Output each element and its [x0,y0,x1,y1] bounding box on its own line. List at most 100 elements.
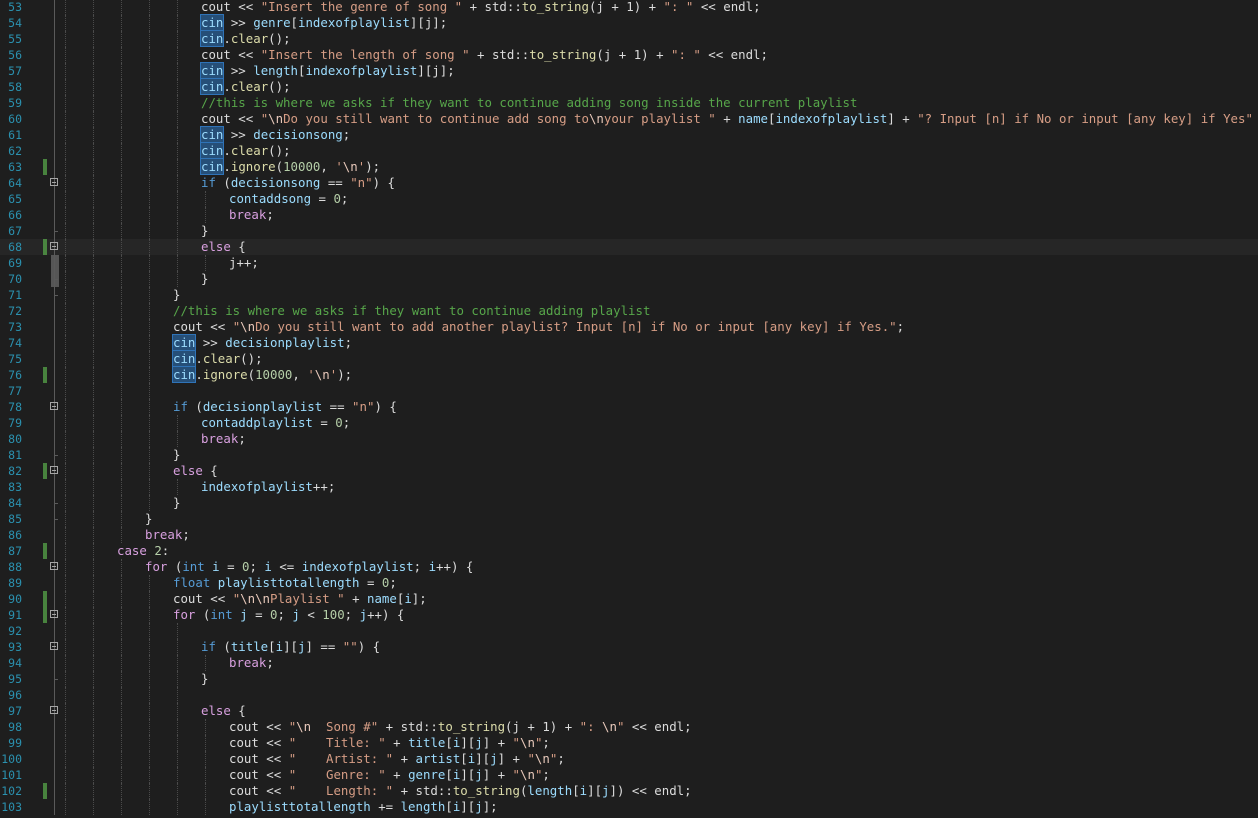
code-line[interactable]: 101 cout << " Genre: " + genre[i][j] + "\… [0,767,1258,783]
code-line[interactable]: 92 [0,623,1258,639]
collapse-icon[interactable] [50,610,58,618]
code-editor[interactable]: 53 cout << "Insert the genre of song " + … [0,0,1258,818]
code-text[interactable]: else { [173,463,218,479]
code-text[interactable]: if (decisionplaylist == "n") { [173,399,397,415]
code-line[interactable]: 64 if (decisionsong == "n") { [0,175,1258,191]
collapse-icon[interactable] [50,562,58,570]
code-text[interactable]: else { [201,703,246,719]
collapse-icon[interactable] [50,242,58,250]
collapse-icon[interactable] [50,642,58,650]
code-line[interactable]: 102 cout << " Length: " + std::to_string(… [0,783,1258,799]
code-text[interactable]: cout << "\nDo you still want to continue… [201,111,1258,127]
code-line[interactable]: 84} [0,495,1258,511]
code-text[interactable]: break; [229,207,274,223]
code-line[interactable]: 65 contaddsong = 0; [0,191,1258,207]
code-text[interactable]: } [145,511,152,527]
code-line[interactable]: 59 //this is where we asks if they want t… [0,95,1258,111]
code-text[interactable]: cout << "\n Song #" + std::to_string(j +… [229,719,692,735]
code-line[interactable]: 75 cin.clear(); [0,350,1258,367]
code-line[interactable]: 68 else { [0,239,1258,255]
code-line[interactable]: 74 cin >> decisionplaylist; [0,334,1258,351]
code-line[interactable]: 72 //this is where we asks if they want t… [0,303,1258,319]
code-text[interactable]: cin.clear(); [199,78,291,95]
code-text[interactable]: else { [201,239,246,255]
code-text[interactable]: cin.ignore(10000, '\n'); [171,366,352,383]
code-line[interactable]: 99 cout << " Title: " + title[i][j] + "\n… [0,735,1258,751]
code-text[interactable]: cout << " Length: " + std::to_string(len… [229,783,692,799]
code-text[interactable]: cout << " Genre: " + genre[i][j] + "\n"; [229,767,550,783]
code-text[interactable]: j++; [229,255,259,271]
code-text[interactable]: playlisttotallength += length[i][j]; [229,799,498,815]
code-text[interactable]: cout << " Title: " + title[i][j] + "\n"; [229,735,550,751]
code-line[interactable]: 98 cout << "\n Song #" + std::to_string(j… [0,719,1258,735]
code-text[interactable]: } [201,671,208,687]
code-line[interactable]: 62 cin.clear(); [0,142,1258,159]
code-line[interactable]: 86 break; [0,527,1258,543]
code-line[interactable]: 88 for (int i = 0; i <= indexofplaylist; … [0,559,1258,575]
code-line[interactable]: 89 float playlisttotallength = 0; [0,575,1258,591]
code-line[interactable]: 82 else { [0,463,1258,479]
code-line[interactable]: 81} [0,447,1258,463]
code-line[interactable]: 103 playlisttotallength += length[i][j]; [0,799,1258,815]
code-text[interactable]: float playlisttotallength = 0; [173,575,397,591]
code-line[interactable]: 93 if (title[i][j] == "") { [0,639,1258,655]
code-line[interactable]: 78 if (decisionplaylist == "n") { [0,399,1258,415]
code-line[interactable]: 85} [0,511,1258,527]
code-text[interactable]: cout << "Insert the length of song " + s… [201,47,768,63]
code-line[interactable]: 79 contaddplaylist = 0; [0,415,1258,431]
code-line[interactable]: 53 cout << "Insert the genre of song " + … [0,0,1258,15]
code-text[interactable]: case 2: [117,543,169,559]
code-text[interactable]: cin >> length[indexofplaylist][j]; [199,62,455,79]
code-line[interactable]: 63 cin.ignore(10000, '\n'); [0,158,1258,175]
code-line[interactable]: 67} [0,223,1258,239]
code-line[interactable]: 56 cout << "Insert the length of song " +… [0,47,1258,63]
code-line[interactable]: 76 cin.ignore(10000, '\n'); [0,366,1258,383]
code-text[interactable]: } [173,287,180,303]
code-line[interactable]: 95} [0,671,1258,687]
code-text[interactable]: cin.clear(); [199,30,291,47]
code-text[interactable]: for (int j = 0; j < 100; j++) { [173,607,404,623]
code-line[interactable]: 61 cin >> decisionsong; [0,126,1258,143]
code-line[interactable]: 73 cout << "\nDo you still want to add an… [0,319,1258,335]
code-line[interactable]: 94 break; [0,655,1258,671]
code-text[interactable]: cin.clear(); [171,350,263,367]
code-text[interactable]: cout << "\nDo you still want to add anot… [173,319,904,335]
collapse-icon[interactable] [50,466,58,474]
code-text[interactable]: cout << "\n\nPlaylist " + name[i]; [173,591,427,607]
code-text[interactable]: cout << "Insert the genre of song " + st… [201,0,761,15]
code-text[interactable]: } [201,223,208,239]
code-line[interactable]: 60 cout << "\nDo you still want to contin… [0,111,1258,127]
collapse-icon[interactable] [50,402,58,410]
code-line[interactable]: 100 cout << " Artist: " + artist[i][j] + … [0,751,1258,767]
code-line[interactable]: 58 cin.clear(); [0,78,1258,95]
code-line[interactable]: 55 cin.clear(); [0,30,1258,47]
code-text[interactable]: } [173,495,180,511]
code-text[interactable]: cin.ignore(10000, '\n'); [199,158,380,175]
code-line[interactable]: 69 j++; [0,255,1258,271]
code-line[interactable]: 83 indexofplaylist++; [0,479,1258,495]
code-line[interactable]: 54 cin >> genre[indexofplaylist][j]; [0,14,1258,31]
code-text[interactable]: cin >> genre[indexofplaylist][j]; [199,14,447,31]
collapse-icon[interactable] [50,178,58,186]
code-text[interactable]: for (int i = 0; i <= indexofplaylist; i+… [145,559,473,575]
code-text[interactable]: cin >> decisionsong; [199,126,350,143]
code-text[interactable]: } [173,447,180,463]
code-line[interactable]: 97 else { [0,703,1258,719]
code-line[interactable]: 66 break; [0,207,1258,223]
code-line[interactable]: 91 for (int j = 0; j < 100; j++) { [0,607,1258,623]
code-text[interactable]: //this is where we asks if they want to … [173,303,650,319]
code-text[interactable]: contaddsong = 0; [229,191,348,207]
code-line[interactable]: 70} [0,271,1258,287]
code-line[interactable]: 77 [0,383,1258,399]
code-line[interactable]: 96 [0,687,1258,703]
code-line[interactable]: 57 cin >> length[indexofplaylist][j]; [0,62,1258,79]
code-line[interactable]: 90 cout << "\n\nPlaylist " + name[i]; [0,591,1258,607]
code-text[interactable]: if (title[i][j] == "") { [201,639,380,655]
code-line[interactable]: 87 case 2: [0,543,1258,559]
code-line[interactable]: 71} [0,287,1258,303]
code-text[interactable]: indexofplaylist++; [201,479,335,495]
code-text[interactable]: break; [201,431,246,447]
collapse-icon[interactable] [50,706,58,714]
code-text[interactable]: break; [145,527,190,543]
code-text[interactable]: cin.clear(); [199,142,291,159]
